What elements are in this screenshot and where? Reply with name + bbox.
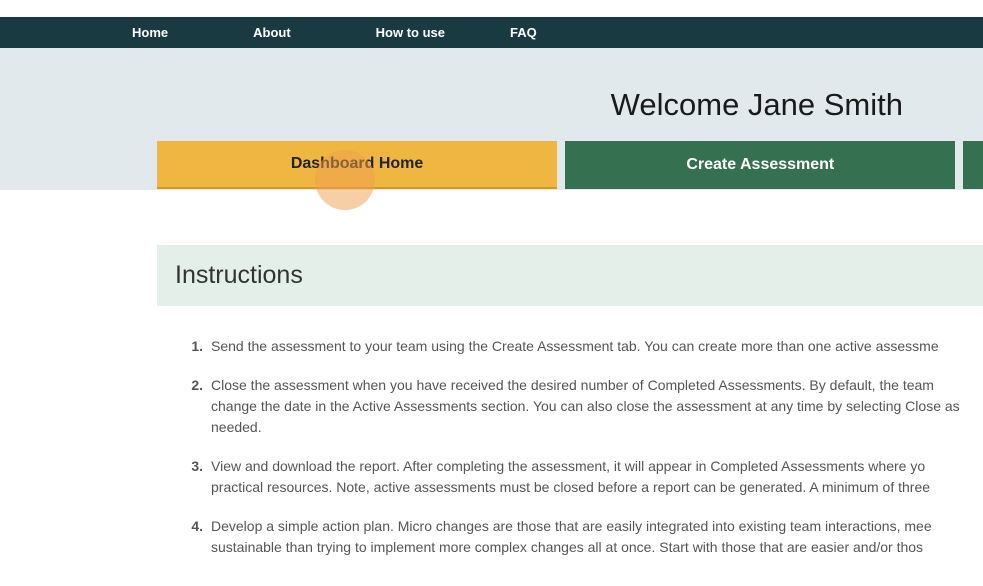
instruction-item-1: 1. Send the assessment to your team usin… bbox=[187, 336, 973, 357]
instruction-text: View and download the report. After comp… bbox=[211, 456, 973, 498]
instructions-header: Instructions bbox=[157, 245, 983, 306]
instruction-item-2: 2. Close the assessment when you have re… bbox=[187, 375, 973, 438]
nav-about[interactable]: About bbox=[253, 25, 291, 40]
tab-edge[interactable] bbox=[963, 141, 983, 189]
nav-bar: Home About How to use FAQ bbox=[0, 17, 983, 48]
content-area: Instructions 1. Send the assessment to y… bbox=[0, 190, 983, 586]
instruction-number: 4. bbox=[187, 516, 203, 558]
instruction-number: 2. bbox=[187, 375, 203, 438]
instruction-text: Close the assessment when you have recei… bbox=[211, 375, 973, 438]
tabs-container: Dashboard Home Create Assessment bbox=[0, 161, 983, 190]
instructions-body: 1. Send the assessment to your team usin… bbox=[157, 306, 983, 586]
instruction-number: 3. bbox=[187, 456, 203, 498]
instruction-text: Develop a simple action plan. Micro chan… bbox=[211, 516, 973, 558]
nav-how-to-use[interactable]: How to use bbox=[376, 25, 445, 40]
tab-dashboard-home[interactable]: Dashboard Home bbox=[157, 141, 557, 189]
instruction-text: Send the assessment to your team using t… bbox=[211, 336, 973, 357]
instruction-item-3: 3. View and download the report. After c… bbox=[187, 456, 973, 498]
welcome-text: Welcome Jane Smith bbox=[611, 87, 903, 123]
nav-faq[interactable]: FAQ bbox=[510, 25, 537, 40]
nav-home[interactable]: Home bbox=[132, 25, 168, 40]
instruction-number: 1. bbox=[187, 336, 203, 357]
tab-create-assessment[interactable]: Create Assessment bbox=[565, 141, 955, 189]
instruction-item-4: 4. Develop a simple action plan. Micro c… bbox=[187, 516, 973, 558]
top-bar bbox=[0, 0, 983, 17]
